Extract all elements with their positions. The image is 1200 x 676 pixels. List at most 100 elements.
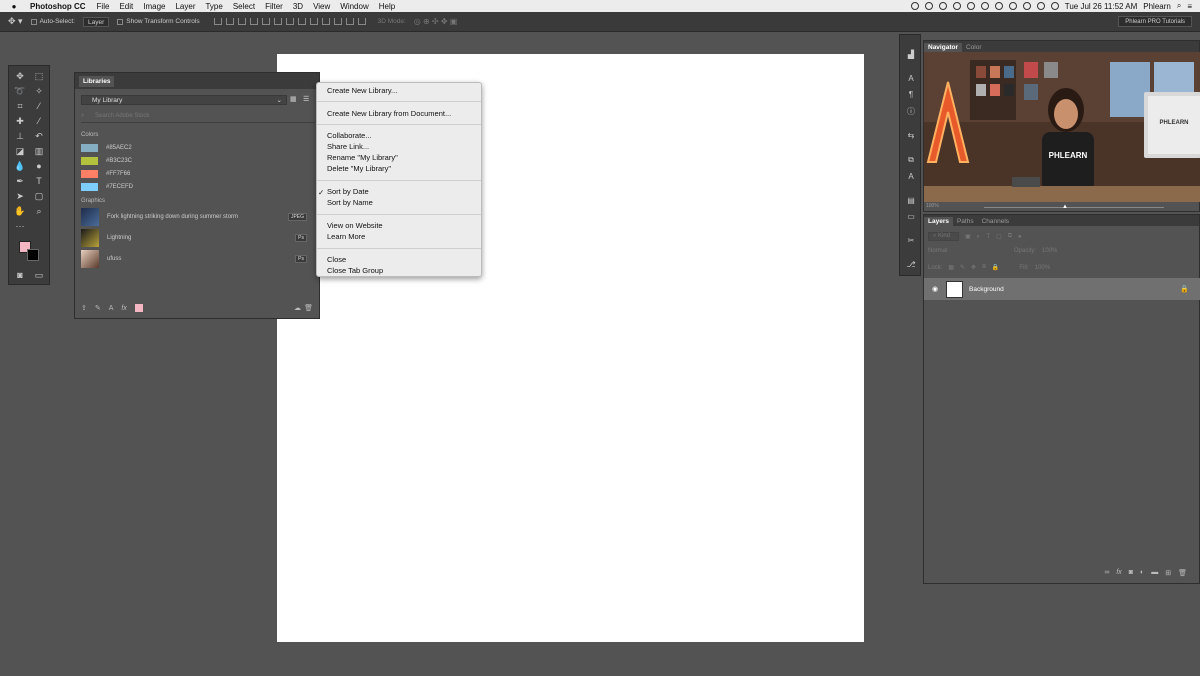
tray-icon-7[interactable] [994, 2, 1003, 10]
delete-layer-icon[interactable]: 🗑 [1178, 569, 1187, 577]
menu-sort-by-name[interactable]: Sort by Name [327, 197, 373, 208]
zoom-slider[interactable] [984, 207, 1164, 208]
filter-pixel-icon[interactable]: ▣ [965, 233, 971, 240]
trash-icon[interactable]: 🗑 [304, 304, 313, 312]
auto-select-checkbox[interactable]: Auto-Select: [30, 18, 75, 25]
shape-icon[interactable]: ▢ [32, 190, 46, 203]
background-color-swatch[interactable] [27, 249, 39, 261]
filter-shape-icon[interactable]: ▢ [996, 233, 1002, 240]
eye-icon[interactable]: ◉ [928, 285, 942, 293]
zoom-icon[interactable]: ⌕ [32, 205, 46, 218]
tray-icon-8[interactable] [1008, 2, 1017, 10]
adjustment-layer-icon[interactable]: ◐ [1140, 569, 1144, 577]
histogram-icon[interactable]: ▟ [905, 49, 917, 61]
more-tools-icon[interactable]: ··· [13, 220, 27, 233]
path-select-icon[interactable]: ➤ [13, 190, 27, 203]
distribute-3-icon[interactable] [309, 18, 318, 25]
marquee-icon[interactable]: ⬚ [32, 70, 46, 83]
menu-type[interactable]: Type [205, 2, 222, 11]
menu-filter[interactable]: Filter [265, 2, 283, 11]
distribute-6-icon[interactable] [345, 18, 354, 25]
distribute-1-icon[interactable] [285, 18, 294, 25]
screen-mode-icon[interactable]: ▭ [32, 269, 46, 282]
tab-paths[interactable]: Paths [953, 217, 978, 226]
show-transform-checkbox[interactable]: Show Transform Controls [117, 18, 200, 25]
properties-icon[interactable]: ▤ [905, 195, 917, 207]
lock-all-icon[interactable]: 🔒 [992, 264, 999, 271]
menu-view-on-website[interactable]: View on Website [327, 220, 383, 231]
adjustments-icon[interactable]: ⇆ [905, 130, 917, 142]
blur-icon[interactable]: 💧 [13, 160, 27, 173]
distribute-2-icon[interactable] [297, 18, 306, 25]
tray-icon-6[interactable] [980, 2, 989, 10]
auto-select-dropdown[interactable]: Layer [82, 16, 110, 27]
color-item[interactable]: #FF7F66 [81, 169, 130, 179]
menu-create-new-library[interactable]: Create New Library... [327, 85, 397, 96]
timeline-icon[interactable]: ⎇ [905, 259, 917, 271]
color-item[interactable]: #85AEC2 [81, 143, 132, 153]
color-item[interactable]: #B3C23C [81, 156, 132, 166]
filter-smart-icon[interactable]: ⧉ [1008, 233, 1012, 240]
hand-icon[interactable]: ✋ [13, 205, 27, 218]
align-hcenter-icon[interactable] [261, 18, 270, 25]
menu-window[interactable]: Window [340, 2, 368, 11]
app-menu[interactable]: Photoshop CC [30, 2, 86, 11]
menu-share-link[interactable]: Share Link... [327, 141, 369, 152]
menu-learn-more[interactable]: Learn More [327, 231, 365, 242]
move-icon[interactable]: ✥ [13, 70, 27, 83]
upload-icon[interactable]: ⇪ [81, 304, 87, 312]
align-left-icon[interactable] [249, 18, 258, 25]
info-icon[interactable]: ⓘ [905, 106, 917, 118]
workspace-dropdown[interactable]: Phlearn PRO Tutorials [1118, 16, 1192, 27]
3d-mode-icons[interactable]: ◎ ⊕ ✣ ✥ ▣ [414, 17, 458, 26]
distribute-5-icon[interactable] [333, 18, 342, 25]
zoom-value[interactable]: 100% [926, 203, 939, 209]
menu-view[interactable]: View [313, 2, 330, 11]
auto-align-icon[interactable] [357, 18, 366, 25]
new-layer-icon[interactable]: ⊞ [1165, 569, 1171, 577]
glyphs-icon[interactable]: A [905, 171, 917, 183]
clock[interactable]: Tue Jul 26 11:52 AM [1065, 2, 1138, 11]
kind-filter-dropdown[interactable]: ⌕ Kind [928, 232, 960, 241]
user-name[interactable]: Phlearn [1143, 2, 1171, 11]
move-tool-icon[interactable]: ✥ ▾ [8, 16, 23, 27]
add-content-icon[interactable]: ✎ [95, 304, 101, 312]
menu-create-from-document[interactable]: Create New Library from Document... [327, 108, 451, 119]
add-mask-icon[interactable]: ◙ [1129, 569, 1133, 577]
gradient-icon[interactable]: ▥ [32, 145, 46, 158]
fx-icon[interactable]: fx [1116, 569, 1121, 577]
lock-transparent-icon[interactable]: ▦ [948, 264, 954, 271]
tray-icon-1[interactable] [910, 2, 919, 10]
align-vcenter-icon[interactable] [225, 18, 234, 25]
opacity-input[interactable]: 100% [1042, 248, 1057, 254]
tab-libraries[interactable]: Libraries [79, 75, 115, 87]
grid-view-icon[interactable]: ▦ [290, 95, 299, 104]
magic-wand-icon[interactable]: ✧ [32, 85, 46, 98]
navigator-preview[interactable]: A PHLEARN PHLEARN [924, 52, 1200, 202]
menu-image[interactable]: Image [143, 2, 165, 11]
wifi-icon[interactable] [1022, 2, 1031, 10]
tab-color[interactable]: Color [962, 43, 986, 52]
apple-icon[interactable]: ● [8, 2, 20, 11]
menu-edit[interactable]: Edit [119, 2, 133, 11]
graphic-item[interactable]: Lightning Ps [81, 228, 311, 248]
menu-select[interactable]: Select [233, 2, 255, 11]
filter-type-icon[interactable]: T [986, 234, 990, 240]
type-icon[interactable]: T [32, 175, 46, 188]
menu-collaborate[interactable]: Collaborate... [327, 130, 372, 141]
spotlight-icon[interactable]: ⌕ [1177, 1, 1181, 11]
character-icon[interactable]: A [905, 73, 917, 85]
filter-adjust-icon[interactable]: ◐ [977, 234, 981, 240]
battery-icon[interactable] [1050, 2, 1059, 10]
clone-source-icon[interactable]: ⧉ [905, 154, 917, 166]
stamp-icon[interactable]: ⊥ [13, 130, 27, 143]
list-view-icon[interactable]: ☰ [303, 95, 312, 104]
lock-artboard-icon[interactable]: ⧈ [982, 264, 986, 271]
character-style-icon[interactable]: A [109, 305, 114, 312]
cloud-sync-icon[interactable]: ☁ [294, 304, 301, 312]
tool-presets-icon[interactable]: ✂ [905, 235, 917, 247]
menu-help[interactable]: Help [379, 2, 395, 11]
lock-pixels-icon[interactable]: ✎ [960, 264, 965, 271]
filter-toggle-icon[interactable]: ● [1018, 234, 1022, 240]
graphic-item[interactable]: Fork lightning striking down during summ… [81, 207, 311, 227]
